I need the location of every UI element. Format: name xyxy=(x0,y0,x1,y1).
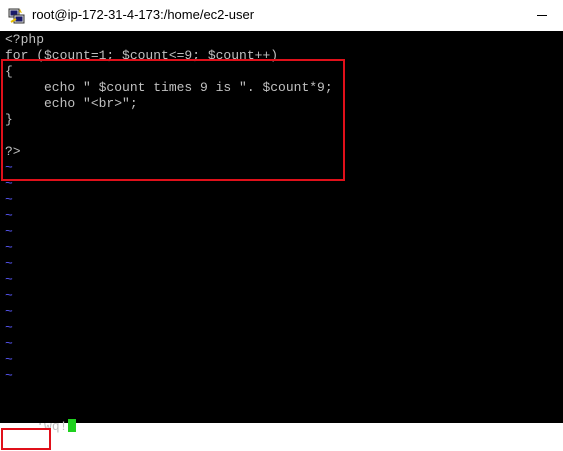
empty-line-marker: ~ xyxy=(5,208,13,223)
code-line: <?php xyxy=(5,32,45,47)
command-line[interactable]: :wq! xyxy=(5,403,77,434)
empty-line-marker: ~ xyxy=(5,240,13,255)
minimize-button[interactable] xyxy=(523,0,563,31)
empty-line-marker: ~ xyxy=(5,368,13,383)
empty-line-marker: ~ xyxy=(5,304,13,319)
empty-line-marker: ~ xyxy=(5,320,13,335)
empty-line-marker: ~ xyxy=(5,192,13,207)
terminal-area[interactable]: <?php for ($count=1; $count<=9; $count++… xyxy=(0,31,563,450)
empty-line-marker: ~ xyxy=(5,272,13,287)
empty-line-marker: ~ xyxy=(5,336,13,351)
empty-line-marker: ~ xyxy=(5,352,13,367)
title-bar: root@ip-172-31-4-173:/home/ec2-user xyxy=(0,0,563,31)
empty-line-marker: ~ xyxy=(5,288,13,303)
window-title: root@ip-172-31-4-173:/home/ec2-user xyxy=(32,7,255,22)
text-cursor xyxy=(68,419,77,432)
putty-icon[interactable] xyxy=(8,7,26,25)
empty-line-marker: ~ xyxy=(5,224,13,239)
command-highlight-box xyxy=(1,428,51,450)
empty-line-marker: ~ xyxy=(5,256,13,271)
code-highlight-box xyxy=(1,59,345,181)
